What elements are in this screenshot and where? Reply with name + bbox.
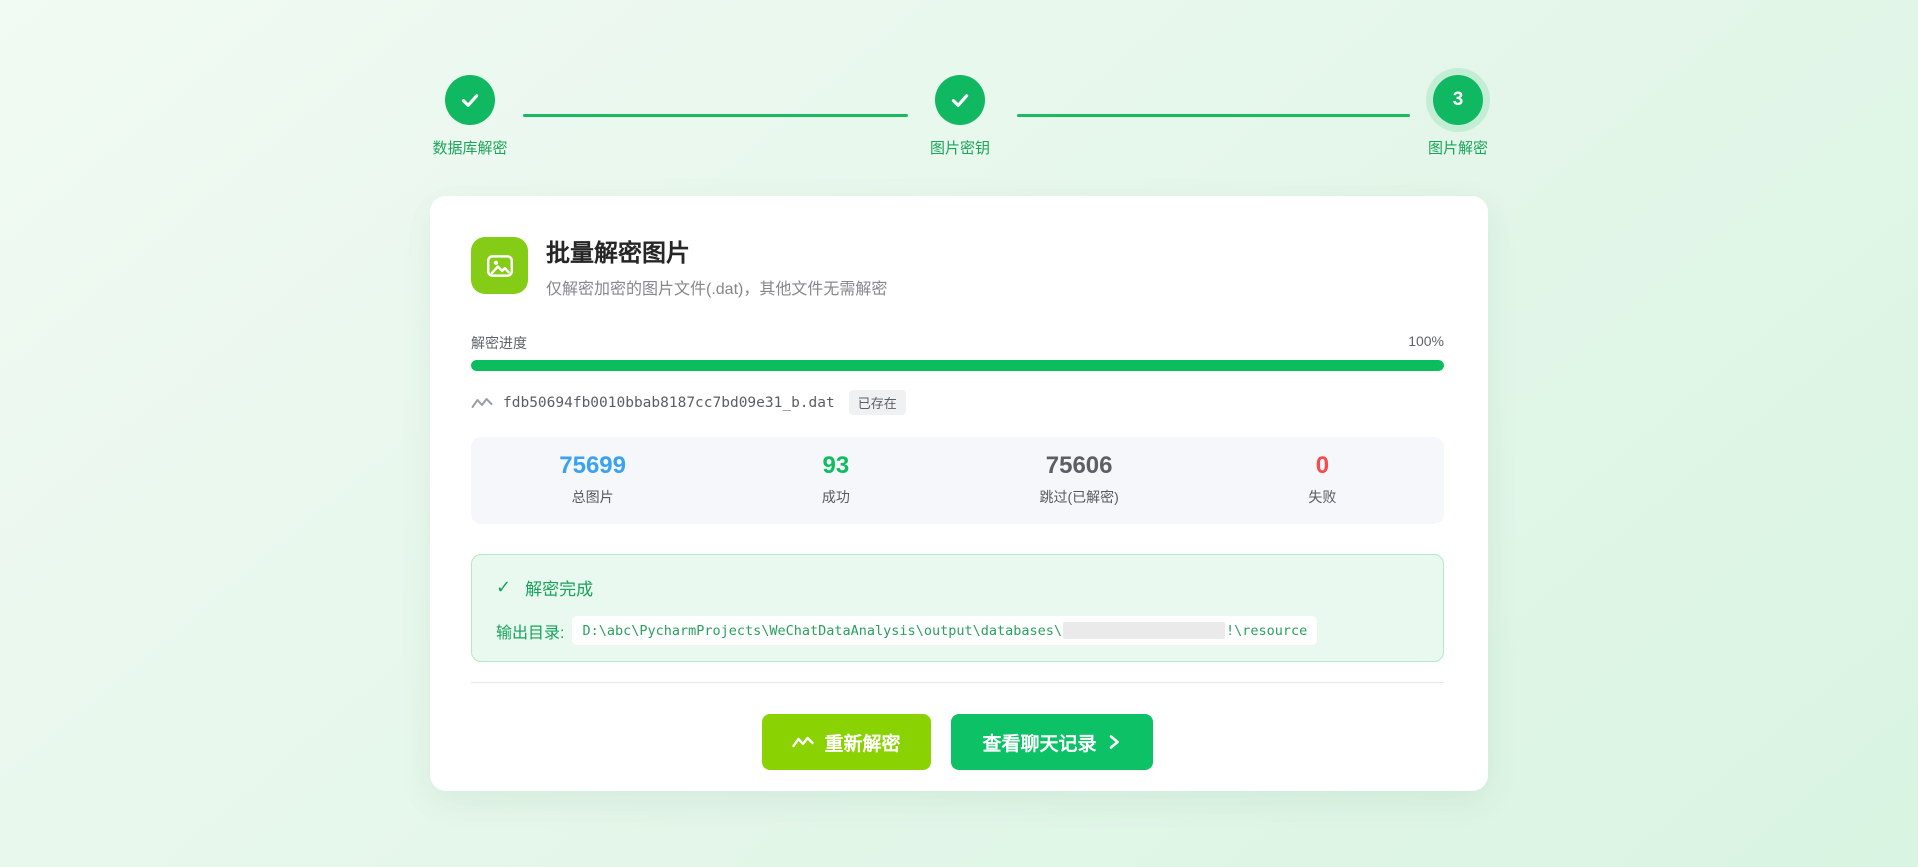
- step-number: 3: [1453, 89, 1464, 111]
- wizard-stepper: 数据库解密 图片密钥 3 图片解密: [0, 0, 1918, 170]
- decrypt-complete-panel: ✓ 解密完成 输出目录: D:\abc\PycharmProjects\WeCh…: [471, 554, 1444, 662]
- check-icon: ✓: [496, 577, 511, 598]
- action-button-row: 重新解密 查看聊天记录: [471, 714, 1444, 770]
- redo-decrypt-label: 重新解密: [824, 729, 900, 756]
- activity-wave-icon: [471, 395, 493, 411]
- stat-failed: 0 失败: [1201, 452, 1444, 507]
- stat-skipped-value: 75606: [958, 452, 1201, 480]
- output-dir-label: 输出目录:: [496, 619, 564, 643]
- output-path-suffix: !\resource: [1226, 623, 1307, 639]
- check-icon: [458, 88, 482, 112]
- progress-percent: 100%: [1408, 333, 1444, 353]
- current-file-row: fdb50694fb0010bbab8187cc7bd09e31_b.dat 已…: [471, 390, 1444, 415]
- activity-wave-icon: [792, 734, 814, 750]
- stat-total-value: 75699: [471, 452, 714, 480]
- step-image-decrypt-indicator: 3: [1433, 75, 1483, 125]
- step-connector-1: [523, 114, 908, 117]
- image-icon: [471, 237, 528, 294]
- stat-success-label: 成功: [714, 487, 957, 507]
- stat-total-images: 75699 总图片: [471, 452, 714, 507]
- page-subtitle: 仅解密加密的图片文件(.dat)，其他文件无需解密: [546, 275, 887, 299]
- stat-failed-value: 0: [1201, 452, 1444, 480]
- stat-total-label: 总图片: [471, 487, 714, 507]
- step-database-decrypt-label: 数据库解密: [360, 137, 580, 158]
- status-badge: 已存在: [849, 390, 906, 415]
- progress-track: [471, 360, 1444, 371]
- progress-label: 解密进度: [471, 333, 527, 353]
- stat-failed-label: 失败: [1201, 487, 1444, 507]
- decrypt-complete-text: 解密完成: [525, 575, 593, 600]
- chevron-right-icon: [1107, 733, 1121, 751]
- step-database-decrypt-indicator: [445, 75, 495, 125]
- stat-success: 93 成功: [714, 452, 957, 507]
- progress-bar-fill: [471, 360, 1444, 371]
- batch-decrypt-card: 批量解密图片 仅解密加密的图片文件(.dat)，其他文件无需解密 解密进度 10…: [430, 196, 1488, 791]
- step-connector-2: [1017, 114, 1410, 117]
- page-title: 批量解密图片: [546, 239, 887, 269]
- divider: [471, 682, 1444, 683]
- stat-skipped-label: 跳过(已解密): [958, 487, 1201, 507]
- view-chat-history-label: 查看聊天记录: [983, 729, 1097, 756]
- redo-decrypt-button[interactable]: 重新解密: [762, 714, 930, 770]
- card-header: 批量解密图片 仅解密加密的图片文件(.dat)，其他文件无需解密: [471, 237, 1444, 299]
- redacted-path-segment: [1063, 622, 1225, 639]
- stats-panel: 75699 总图片 93 成功 75606 跳过(已解密) 0 失败: [471, 437, 1444, 524]
- progress-section: 解密进度 100%: [471, 333, 1444, 371]
- step-image-key-indicator: [935, 75, 985, 125]
- output-dir-path: D:\abc\PycharmProjects\WeChatDataAnalysi…: [572, 616, 1317, 645]
- check-icon: [948, 88, 972, 112]
- stat-success-value: 93: [714, 452, 957, 480]
- current-file-name: fdb50694fb0010bbab8187cc7bd09e31_b.dat: [503, 395, 835, 411]
- view-chat-history-button[interactable]: 查看聊天记录: [951, 714, 1153, 770]
- output-path-prefix: D:\abc\PycharmProjects\WeChatDataAnalysi…: [582, 623, 1062, 639]
- stat-skipped: 75606 跳过(已解密): [958, 452, 1201, 507]
- step-image-decrypt-label: 图片解密: [1348, 137, 1568, 158]
- step-image-key-label: 图片密钥: [850, 137, 1070, 158]
